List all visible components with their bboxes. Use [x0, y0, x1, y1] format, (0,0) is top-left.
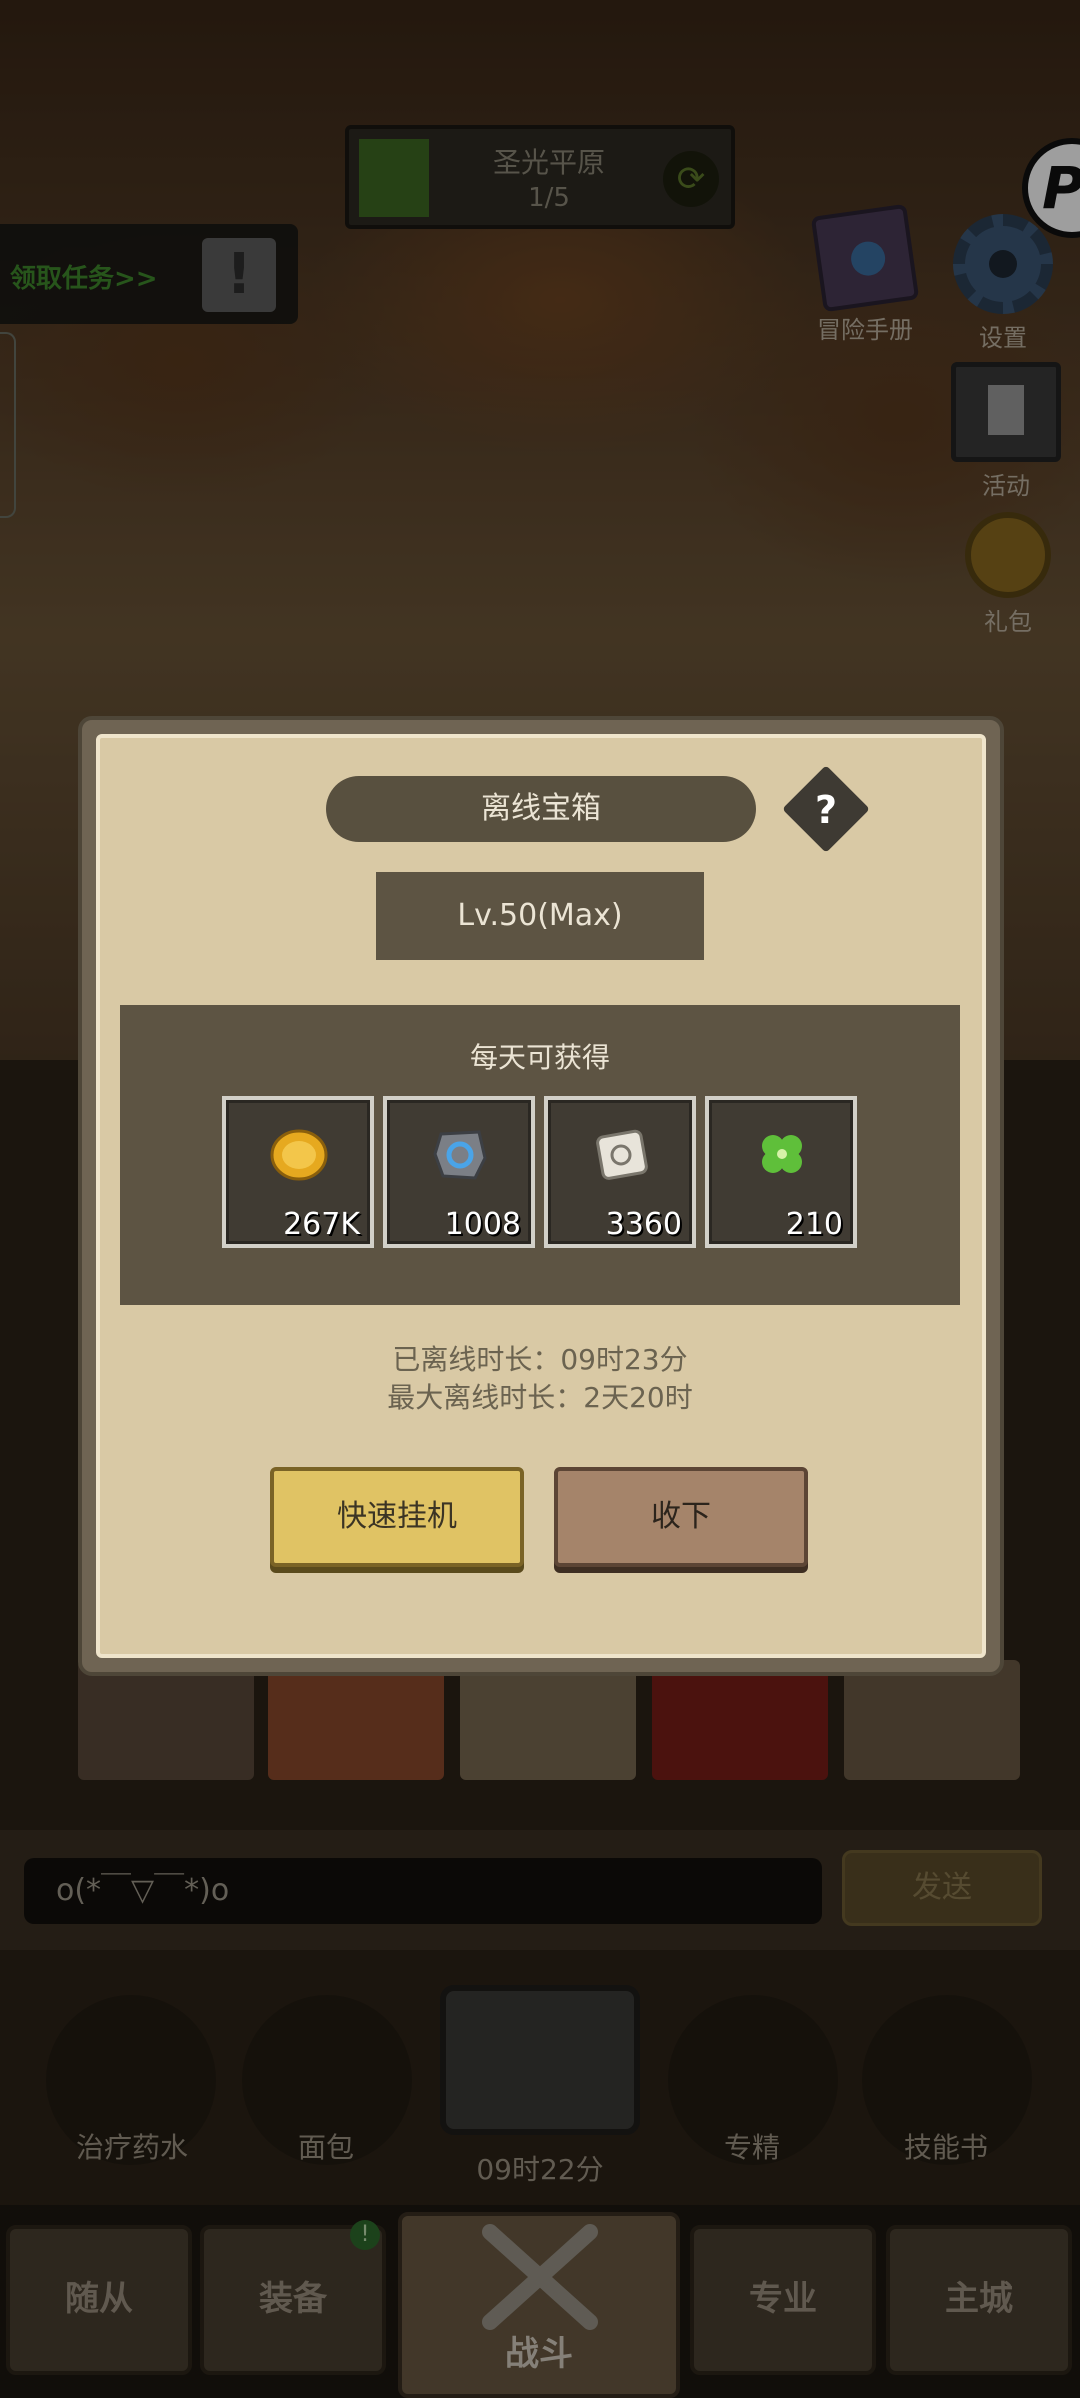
reward-slot-gold[interactable]: 267K: [222, 1096, 374, 1248]
scroll-icon: [596, 1129, 648, 1180]
reward-count: 3360: [605, 1207, 682, 1242]
daily-reward-title: 每天可获得: [469, 1041, 610, 1074]
chest-level: Lv.50(Max): [376, 872, 704, 960]
offline-duration: 已离线时长：09时23分: [392, 1343, 688, 1376]
question-icon[interactable]: ?: [795, 780, 857, 842]
reward-count: 1008: [444, 1207, 521, 1242]
max-offline-duration: 最大离线时长：2天20时: [387, 1381, 693, 1414]
rune-stone-icon: [433, 1130, 487, 1180]
clover-icon: [762, 1135, 802, 1173]
dialog-title: 离线宝箱: [326, 776, 756, 842]
collect-button[interactable]: 收下: [554, 1467, 808, 1567]
reward-slot-scroll[interactable]: 3360: [544, 1096, 696, 1248]
reward-slot-clover[interactable]: 210: [705, 1096, 857, 1248]
reward-slot-rune[interactable]: 1008: [383, 1096, 535, 1248]
quick-idle-button[interactable]: 快速挂机: [270, 1467, 524, 1567]
reward-count: 267K: [283, 1207, 360, 1242]
reward-count: 210: [785, 1207, 843, 1242]
gold-coin-icon: [270, 1129, 328, 1181]
